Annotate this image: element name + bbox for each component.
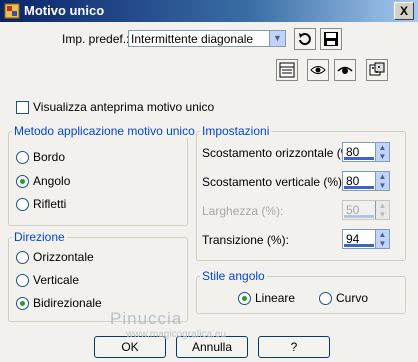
watermark-url: www.magicografica.eu [126, 329, 227, 340]
spin-arrows-icon[interactable]: ▲ ▼ [375, 143, 389, 161]
transition-slider[interactable] [344, 244, 374, 247]
radio-bidirezionale[interactable] [16, 297, 29, 310]
close-button[interactable]: X [394, 2, 414, 20]
chevron-down-icon[interactable]: ▼ [269, 31, 285, 46]
reset-button[interactable] [294, 28, 316, 50]
stile-legend: Stile angolo [200, 269, 267, 283]
watermark-name: Pinuccia [110, 309, 183, 328]
width-slider [344, 215, 374, 218]
offset-v-spinner[interactable]: 80 ▲ ▼ [342, 171, 390, 191]
preset-label: Imp. predef.: [62, 32, 130, 46]
radio-lineare[interactable] [238, 292, 251, 305]
offset-v-slider[interactable] [344, 186, 374, 189]
save-preset-icon [324, 32, 338, 46]
grid-icon [279, 62, 295, 78]
radio-lineare-label: Lineare [255, 291, 296, 305]
transition-label: Transizione (%): [202, 233, 289, 247]
radio-angolo[interactable] [16, 175, 29, 188]
grid-button[interactable] [276, 59, 298, 81]
offset-h-spinner[interactable]: 80 ▲ ▼ [342, 142, 390, 162]
offset-h-label: Scostamento orizzontale (%): [202, 146, 359, 160]
preview-label: Visualizza anteprima motivo unico [33, 100, 215, 114]
app-icon [4, 3, 20, 19]
spin-arrows-icon[interactable]: ▲ ▼ [375, 230, 389, 248]
dice-icon [369, 62, 385, 76]
help-button[interactable]: ? [258, 336, 330, 358]
offset-h-slider[interactable] [344, 157, 374, 160]
eye-right-icon [337, 66, 353, 74]
radio-orizzontale[interactable] [16, 251, 29, 264]
radio-curvo-label: Curvo [336, 291, 369, 305]
radio-bidirezionale-label: Bidirezionale [33, 296, 102, 310]
radio-rifletti[interactable] [16, 198, 29, 211]
random-button[interactable] [366, 59, 388, 81]
metodo-legend: Metodo applicazione motivo unico [12, 124, 197, 138]
radio-angolo-label: Angolo [33, 174, 71, 188]
direzione-legend: Direzione [12, 230, 67, 244]
impostazioni-legend: Impostazioni [200, 124, 272, 138]
title-bar[interactable]: Motivo unico X [0, 0, 418, 22]
spin-arrows-icon: ▲ ▼ [375, 201, 389, 219]
radio-bordo[interactable] [16, 151, 29, 164]
eye-icon [310, 66, 326, 74]
eye-button[interactable] [307, 59, 329, 81]
width-spinner: 50 ▲ ▼ [342, 200, 390, 220]
eye-right-button[interactable] [334, 59, 356, 81]
radio-orizzontale-label: Orizzontale [33, 250, 94, 264]
radio-verticale[interactable] [16, 274, 29, 287]
preset-value: Intermittente diagonale [131, 32, 254, 46]
transition-spinner[interactable]: 94 ▲ ▼ [342, 229, 390, 249]
save-preset-button[interactable] [320, 28, 342, 50]
preview-checkbox[interactable] [16, 101, 29, 114]
preset-dropdown[interactable]: Intermittente diagonale ▼ [128, 30, 286, 47]
radio-curvo[interactable] [319, 292, 332, 305]
radio-bordo-label: Bordo [33, 150, 66, 164]
width-label: Larghezza (%): [202, 204, 284, 218]
radio-verticale-label: Verticale [33, 273, 80, 287]
reset-icon [299, 33, 311, 46]
radio-rifletti-label: Rifletti [33, 197, 67, 211]
dialog-window: Motivo unico X Imp. predef.: Intermitten… [0, 0, 418, 362]
offset-v-label: Scostamento verticale (%): [202, 175, 346, 189]
spin-arrows-icon[interactable]: ▲ ▼ [375, 172, 389, 190]
window-title: Motivo unico [24, 3, 105, 18]
